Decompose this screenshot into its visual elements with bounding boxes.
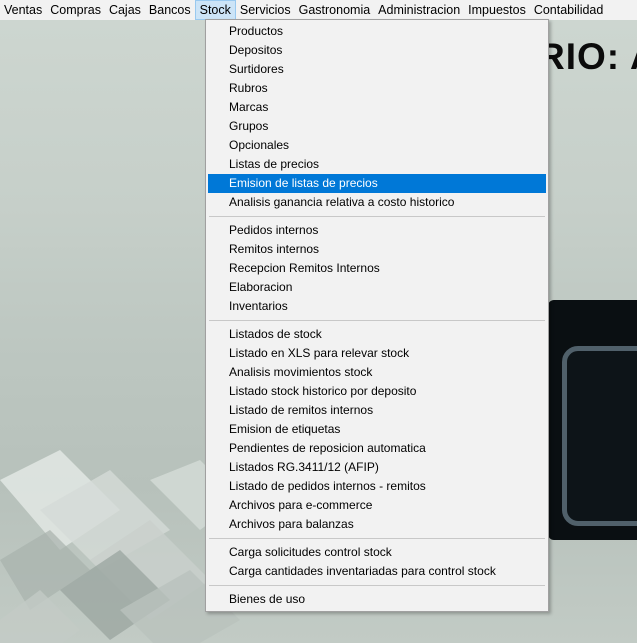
menu-item-bienes-de-uso[interactable]: Bienes de uso xyxy=(208,590,546,609)
menu-item-listado-stock-historico-por-deposito[interactable]: Listado stock historico por deposito xyxy=(208,382,546,401)
menu-item-listado-de-remitos-internos[interactable]: Listado de remitos internos xyxy=(208,401,546,420)
menu-item-marcas[interactable]: Marcas xyxy=(208,98,546,117)
menu-item-archivos-para-balanzas[interactable]: Archivos para balanzas xyxy=(208,515,546,534)
menu-contabilidad[interactable]: Contabilidad xyxy=(530,0,608,20)
menu-item-remitos-internos[interactable]: Remitos internos xyxy=(208,240,546,259)
menu-item-grupos[interactable]: Grupos xyxy=(208,117,546,136)
menu-item-elaboracion[interactable]: Elaboracion xyxy=(208,278,546,297)
menu-item-emision-de-etiquetas[interactable]: Emision de etiquetas xyxy=(208,420,546,439)
menu-item-surtidores[interactable]: Surtidores xyxy=(208,60,546,79)
menu-item-pendientes-de-reposicion-automatica[interactable]: Pendientes de reposicion automatica xyxy=(208,439,546,458)
menu-item-pedidos-internos[interactable]: Pedidos internos xyxy=(208,221,546,240)
menu-item-rubros[interactable]: Rubros xyxy=(208,79,546,98)
menu-servicios[interactable]: Servicios xyxy=(236,0,295,20)
menu-item-carga-solicitudes-control-stock[interactable]: Carga solicitudes control stock xyxy=(208,543,546,562)
menu-compras[interactable]: Compras xyxy=(46,0,105,20)
menu-item-depositos[interactable]: Depositos xyxy=(208,41,546,60)
background-panel-frame xyxy=(562,346,637,526)
menu-stock[interactable]: Stock xyxy=(194,0,236,20)
menu-item-archivos-para-e-commerce[interactable]: Archivos para e-commerce xyxy=(208,496,546,515)
menu-separator xyxy=(209,216,545,217)
menu-item-listado-de-pedidos-internos-remitos[interactable]: Listado de pedidos internos - remitos xyxy=(208,477,546,496)
menu-cajas[interactable]: Cajas xyxy=(105,0,145,20)
menu-separator xyxy=(209,320,545,321)
menu-item-listados-rg-3411-12-afip[interactable]: Listados RG.3411/12 (AFIP) xyxy=(208,458,546,477)
menu-ventas[interactable]: Ventas xyxy=(0,0,46,20)
menu-item-recepcion-remitos-internos[interactable]: Recepcion Remitos Internos xyxy=(208,259,546,278)
menu-item-inventarios[interactable]: Inventarios xyxy=(208,297,546,316)
menu-item-listado-en-xls-para-relevar-stock[interactable]: Listado en XLS para relevar stock xyxy=(208,344,546,363)
menu-administracion[interactable]: Administracion xyxy=(374,0,464,20)
menu-item-listas-de-precios[interactable]: Listas de precios xyxy=(208,155,546,174)
stock-dropdown-menu: Productos Depositos Surtidores Rubros Marcas… xyxy=(205,19,549,612)
menu-separator xyxy=(209,585,545,586)
menu-item-productos[interactable]: Productos xyxy=(208,22,546,41)
menu-separator xyxy=(209,538,545,539)
menu-item-analisis-movimientos-stock[interactable]: Analisis movimientos stock xyxy=(208,363,546,382)
menu-item-emision-de-listas-de-precios[interactable]: Emision de listas de precios xyxy=(208,174,546,193)
menu-impuestos[interactable]: Impuestos xyxy=(464,0,530,20)
menu-bancos[interactable]: Bancos xyxy=(145,0,195,20)
menu-item-listados-de-stock[interactable]: Listados de stock xyxy=(208,325,546,344)
main-menu-bar: Ventas Compras Cajas Bancos Stock Servicios Ga… xyxy=(0,0,637,20)
menu-item-analisis-ganancia-relativa-a-costo-historico[interactable]: Analisis ganancia relativa a costo histo… xyxy=(208,193,546,212)
menu-item-opcionales[interactable]: Opcionales xyxy=(208,136,546,155)
menu-item-carga-cantidades-inventariadas-para-control-stock[interactable]: Carga cantidades inventariadas para cont… xyxy=(208,562,546,581)
menu-gastronomia[interactable]: Gastronomia xyxy=(295,0,375,20)
background-title: RIO: A xyxy=(538,36,637,77)
background-decoration xyxy=(0,450,240,643)
